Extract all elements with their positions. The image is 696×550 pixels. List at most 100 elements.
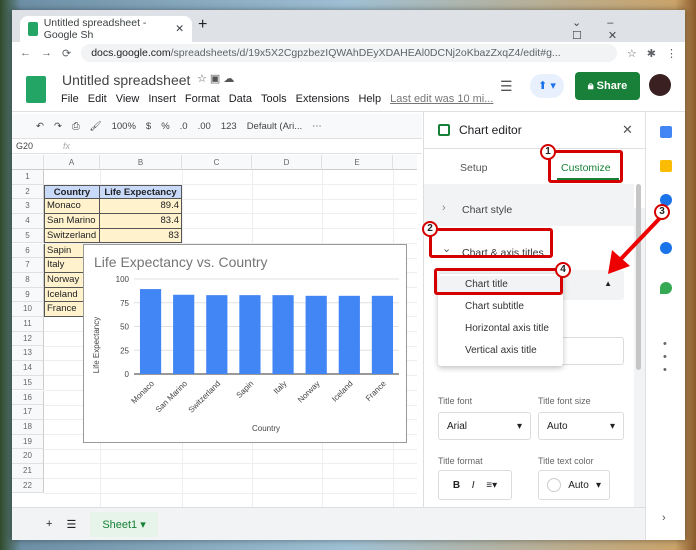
tab-setup[interactable]: Setup: [460, 162, 487, 174]
menu-icon[interactable]: ⋮: [666, 47, 677, 60]
embedded-chart[interactable]: Life Expectancy vs. Country 0 25 50 75 100 Mon…: [83, 244, 407, 443]
decrease-decimal-button[interactable]: .0: [180, 121, 188, 132]
last-edit-link[interactable]: Last edit was 10 mi...: [390, 93, 493, 105]
currency-button[interactable]: $: [146, 121, 151, 132]
paint-format-icon[interactable]: 🖌︎: [90, 121, 102, 132]
column-header[interactable]: A: [44, 155, 100, 170]
cell-country[interactable]: Switzerland: [44, 228, 100, 244]
name-box[interactable]: G20: [16, 141, 33, 151]
maps-icon[interactable]: [660, 282, 672, 294]
row-header[interactable]: 21: [12, 464, 44, 479]
sheets-logo[interactable]: [26, 76, 46, 103]
close-tab-icon[interactable]: ✕: [175, 23, 184, 35]
browser-tab[interactable]: Untitled spreadsheet - Google Sh ✕: [20, 16, 192, 42]
row-header[interactable]: 5: [12, 228, 44, 244]
close-icon[interactable]: ✕: [622, 122, 633, 138]
row-header[interactable]: 1: [12, 170, 44, 185]
expand-icon[interactable]: ›: [662, 512, 666, 524]
option-horizontal-axis-title[interactable]: Horizontal axis title: [465, 323, 549, 334]
menu-help[interactable]: Help: [358, 93, 381, 105]
all-sheets-icon[interactable]: ☰: [66, 518, 76, 531]
title-size-select[interactable]: Auto ▾: [538, 412, 624, 440]
present-button[interactable]: ⬆ ▾: [530, 74, 564, 98]
cell-country[interactable]: Monaco: [44, 199, 100, 215]
row-header[interactable]: 6: [12, 243, 44, 259]
row-header[interactable]: 14: [12, 361, 44, 376]
more-formats-button[interactable]: 123: [221, 121, 237, 132]
row-header[interactable]: 15: [12, 375, 44, 391]
forward-icon[interactable]: →: [41, 47, 52, 59]
share-button[interactable]: 🔒︎ Share: [575, 72, 640, 100]
more-button[interactable]: ⋯: [312, 121, 322, 132]
column-header[interactable]: D: [252, 155, 322, 170]
cell-header-country[interactable]: Country: [44, 184, 100, 200]
column-header[interactable]: E: [322, 155, 393, 170]
row-header[interactable]: 19: [12, 434, 44, 450]
section-chart-style[interactable]: Chart style: [462, 204, 512, 216]
menu-insert[interactable]: Insert: [148, 93, 176, 105]
menu-extensions[interactable]: Extensions: [296, 93, 350, 105]
title-color-select[interactable]: Auto ▾: [538, 470, 610, 500]
row-header[interactable]: 22: [12, 478, 44, 494]
corner-header[interactable]: [12, 155, 44, 170]
title-font-select[interactable]: Arial ▾: [438, 412, 531, 440]
back-icon[interactable]: ←: [20, 47, 31, 59]
row-header[interactable]: 9: [12, 287, 44, 303]
align-icon[interactable]: ≡▾: [486, 480, 497, 491]
redo-icon[interactable]: ↷: [54, 121, 62, 132]
row-header[interactable]: 17: [12, 405, 44, 420]
cell-life-expectancy[interactable]: 89.4: [100, 199, 182, 215]
menu-format[interactable]: Format: [185, 93, 220, 105]
bookmark-star-icon[interactable]: ☆: [627, 47, 637, 60]
url-input[interactable]: docs.google.com/spreadsheets/d/19x5X2Cgp…: [81, 44, 617, 62]
row-header[interactable]: 11: [12, 317, 44, 332]
avatar[interactable]: [649, 74, 671, 96]
row-header[interactable]: 3: [12, 199, 44, 215]
sheet-tab-sheet1[interactable]: Sheet1 ▾: [90, 511, 158, 537]
row-header[interactable]: 12: [12, 331, 44, 347]
row-header[interactable]: 8: [12, 272, 44, 288]
menu-data[interactable]: Data: [229, 93, 252, 105]
row-header[interactable]: 18: [12, 419, 44, 435]
more-addons-icon[interactable]: • • •: [663, 338, 667, 377]
bold-button[interactable]: B: [453, 480, 460, 491]
column-header[interactable]: B: [100, 155, 182, 170]
menu-edit[interactable]: Edit: [88, 93, 107, 105]
window-controls-icon[interactable]: ⌄–☐✕: [572, 16, 685, 42]
row-header[interactable]: 10: [12, 302, 44, 317]
cell-life-expectancy[interactable]: 83.4: [100, 214, 182, 229]
new-tab-icon[interactable]: +: [198, 16, 207, 34]
row-header[interactable]: 7: [12, 258, 44, 273]
row-header[interactable]: 16: [12, 390, 44, 406]
undo-icon[interactable]: ↶: [36, 121, 44, 132]
italic-button[interactable]: I: [472, 480, 475, 491]
row-header[interactable]: 13: [12, 346, 44, 362]
cell-life-expectancy[interactable]: 83: [100, 228, 182, 244]
percent-button[interactable]: %: [161, 121, 169, 132]
cell-header-life-expectancy[interactable]: Life Expectancy: [100, 184, 182, 200]
add-sheet-icon[interactable]: +: [46, 518, 52, 530]
zoom-select[interactable]: 100%: [112, 121, 136, 132]
column-header[interactable]: C: [182, 155, 252, 170]
increase-decimal-button[interactable]: .00: [198, 121, 211, 132]
menu-file[interactable]: File: [61, 93, 79, 105]
menu-view[interactable]: View: [116, 93, 140, 105]
row-header[interactable]: 4: [12, 214, 44, 229]
column-header[interactable]: [393, 155, 417, 170]
print-icon[interactable]: ⎙: [72, 121, 80, 132]
doc-title[interactable]: Untitled spreadsheet: [62, 72, 190, 88]
menu-tools[interactable]: Tools: [261, 93, 287, 105]
calendar-icon[interactable]: [660, 126, 672, 138]
star-icon[interactable]: ☆ ▣ ☁: [197, 72, 234, 85]
option-chart-subtitle[interactable]: Chart subtitle: [465, 301, 524, 312]
chevron-right-icon[interactable]: ›: [442, 202, 446, 214]
reload-icon[interactable]: ⟳: [62, 47, 71, 60]
row-header[interactable]: 20: [12, 449, 44, 464]
cell-country[interactable]: San Marino: [44, 214, 100, 229]
row-header[interactable]: 2: [12, 184, 44, 200]
option-vertical-axis-title[interactable]: Vertical axis title: [465, 345, 537, 356]
font-select[interactable]: Default (Ari...: [247, 121, 302, 132]
extensions-icon[interactable]: ✱: [647, 47, 656, 60]
keep-icon[interactable]: [660, 160, 672, 172]
comments-icon[interactable]: ☰: [500, 78, 513, 95]
